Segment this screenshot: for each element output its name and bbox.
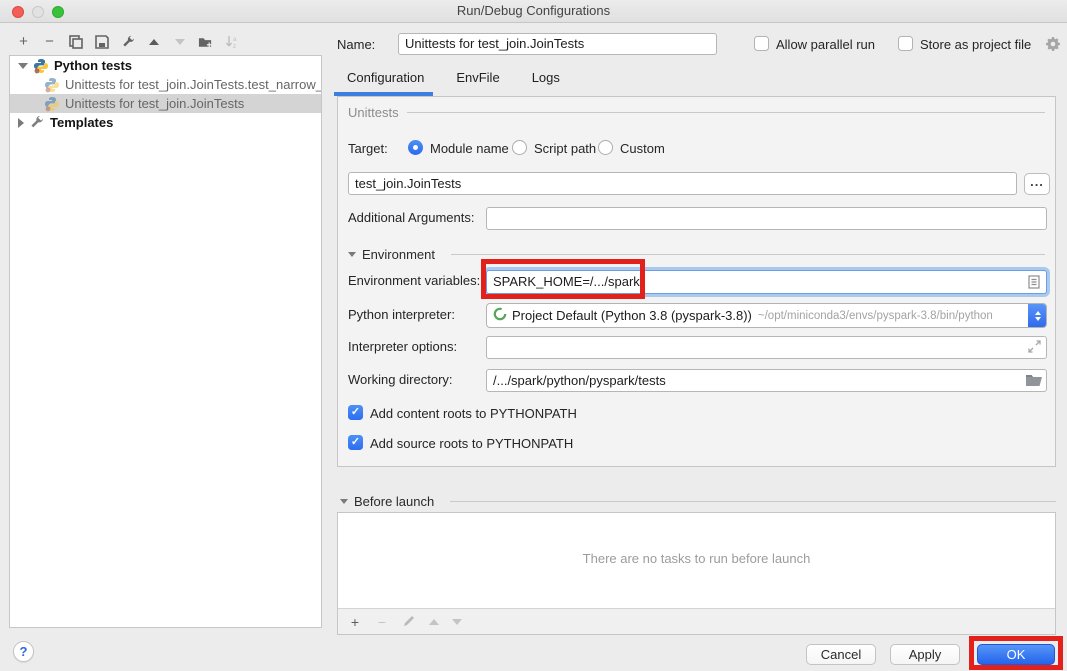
before-launch-empty-text: There are no tasks to run before launch [338, 551, 1055, 566]
cancel-button[interactable]: Cancel [806, 644, 876, 665]
save-configuration-icon[interactable] [94, 34, 109, 50]
move-task-up-icon [429, 619, 439, 625]
environment-collapse-icon[interactable] [348, 252, 356, 257]
target-script-path-label[interactable]: Script path [534, 141, 596, 156]
edit-task-icon [402, 614, 416, 630]
python-test-config-icon [44, 77, 60, 93]
before-launch-panel: There are no tasks to run before launch … [337, 512, 1056, 635]
remove-configuration-icon[interactable]: − [42, 34, 57, 50]
python-test-config-icon [44, 96, 60, 112]
tree-item-unittests-jointests[interactable]: Unittests for test_join.JoinTests [10, 94, 321, 113]
before-launch-toolbar: + − [338, 608, 1055, 634]
add-source-roots-label[interactable]: Add source roots to PYTHONPATH [370, 436, 573, 451]
env-vars-editor-icon[interactable] [1028, 275, 1040, 292]
add-content-roots-label[interactable]: Add content roots to PYTHONPATH [370, 406, 577, 421]
minimize-window-button[interactable] [32, 6, 44, 18]
before-launch-header[interactable]: Before launch [340, 494, 1056, 509]
add-configuration-icon[interactable]: + [16, 34, 31, 50]
tree-item-templates[interactable]: Templates [10, 113, 321, 132]
templates-icon [29, 115, 45, 131]
additional-arguments-input[interactable] [486, 207, 1047, 230]
working-directory-input[interactable]: /.../spark/python/pyspark/tests [486, 369, 1047, 392]
title-bar: Run/Debug Configurations [0, 0, 1067, 23]
python-tests-icon [33, 58, 49, 74]
help-button[interactable]: ? [13, 641, 34, 662]
name-label: Name: [337, 37, 375, 52]
allow-parallel-run-checkbox[interactable] [754, 36, 769, 51]
apply-button[interactable]: Apply [890, 644, 960, 665]
allow-parallel-run-label[interactable]: Allow parallel run [776, 37, 875, 52]
store-as-project-file-checkbox[interactable] [898, 36, 913, 51]
python-interpreter-path: ~/opt/miniconda3/envs/pyspark-3.8/bin/py… [758, 310, 993, 322]
env-vars-highlight-annotation [481, 259, 645, 299]
collapse-icon[interactable] [18, 63, 28, 69]
add-content-roots-checkbox[interactable]: ✓ [348, 405, 363, 420]
browse-module-button[interactable]: ... [1024, 173, 1050, 195]
tab-envfile[interactable]: EnvFile [456, 70, 499, 91]
tab-logs[interactable]: Logs [532, 70, 560, 91]
unittests-group-label: Unittests [348, 105, 399, 120]
target-custom-radio[interactable] [598, 140, 613, 155]
unittests-group-header: Unittests [348, 105, 1045, 120]
python-interpreter-value: Project Default (Python 3.8 (pyspark-3.8… [512, 308, 752, 323]
remove-task-icon: − [375, 614, 389, 630]
target-module-name-label[interactable]: Module name [430, 141, 509, 156]
run-debug-configurations-dialog: Run/Debug Configurations + − az [0, 0, 1067, 671]
target-script-path-radio[interactable] [512, 140, 527, 155]
before-launch-collapse-icon[interactable] [340, 499, 348, 504]
folder-browse-icon[interactable] [1026, 374, 1042, 389]
move-up-icon[interactable] [146, 34, 161, 50]
tree-item-python-tests[interactable]: Python tests [10, 56, 321, 75]
target-custom-label[interactable]: Custom [620, 141, 665, 156]
close-window-button[interactable] [12, 6, 24, 18]
expand-icon[interactable] [18, 118, 24, 128]
tree-item-label: Templates [50, 115, 113, 130]
svg-text:z: z [233, 44, 236, 49]
add-task-icon[interactable]: + [348, 614, 362, 630]
configurations-tree: Python tests Unittests for test_join.Joi… [9, 55, 322, 628]
combo-stepper-icon[interactable] [1028, 303, 1047, 328]
module-name-input[interactable]: test_join.JoinTests [348, 172, 1017, 195]
ok-button-highlight-annotation [969, 636, 1063, 670]
target-label: Target: [348, 141, 388, 156]
expand-editor-icon[interactable] [1028, 340, 1041, 356]
environment-variables-label: Environment variables: [348, 273, 480, 288]
environment-section-label[interactable]: Environment [362, 247, 435, 262]
name-input[interactable]: Unittests for test_join.JoinTests [398, 33, 717, 55]
python-interpreter-combo[interactable]: Project Default (Python 3.8 (pyspark-3.8… [486, 303, 1047, 328]
zoom-window-button[interactable] [52, 6, 64, 18]
before-launch-label[interactable]: Before launch [354, 494, 434, 509]
tree-item-label: Unittests for test_join.JoinTests [65, 96, 244, 111]
add-source-roots-checkbox[interactable]: ✓ [348, 435, 363, 450]
tree-item-unittests-narrow[interactable]: Unittests for test_join.JoinTests.test_n… [10, 75, 321, 94]
copy-configuration-icon[interactable] [68, 34, 83, 50]
move-down-icon [172, 34, 187, 50]
configuration-panel: Unittests Target: Module name Script pat… [337, 96, 1056, 467]
tree-item-label: Python tests [54, 58, 132, 73]
window-title: Run/Debug Configurations [0, 0, 1067, 22]
svg-text:a: a [233, 37, 237, 43]
interpreter-options-label: Interpreter options: [348, 339, 457, 354]
python-interpreter-label: Python interpreter: [348, 307, 455, 322]
sort-configurations-icon: az [224, 34, 239, 50]
new-folder-icon[interactable] [198, 34, 213, 50]
working-directory-label: Working directory: [348, 372, 453, 387]
move-task-down-icon [452, 619, 462, 625]
store-as-project-file-label[interactable]: Store as project file [920, 37, 1031, 52]
target-module-name-radio[interactable] [408, 140, 423, 155]
conda-env-icon [493, 307, 507, 324]
environment-section-header[interactable]: Environment [348, 247, 1045, 262]
config-tabs: Configuration EnvFile Logs [347, 70, 560, 91]
configurations-toolbar: + − az [16, 33, 239, 51]
gear-icon[interactable] [1045, 36, 1061, 55]
tab-configuration[interactable]: Configuration [347, 70, 424, 91]
interpreter-options-input[interactable] [486, 336, 1047, 359]
additional-arguments-label: Additional Arguments: [348, 210, 474, 225]
tree-item-label: Unittests for test_join.JoinTests.test_n… [65, 77, 321, 92]
edit-templates-icon[interactable] [120, 34, 135, 50]
